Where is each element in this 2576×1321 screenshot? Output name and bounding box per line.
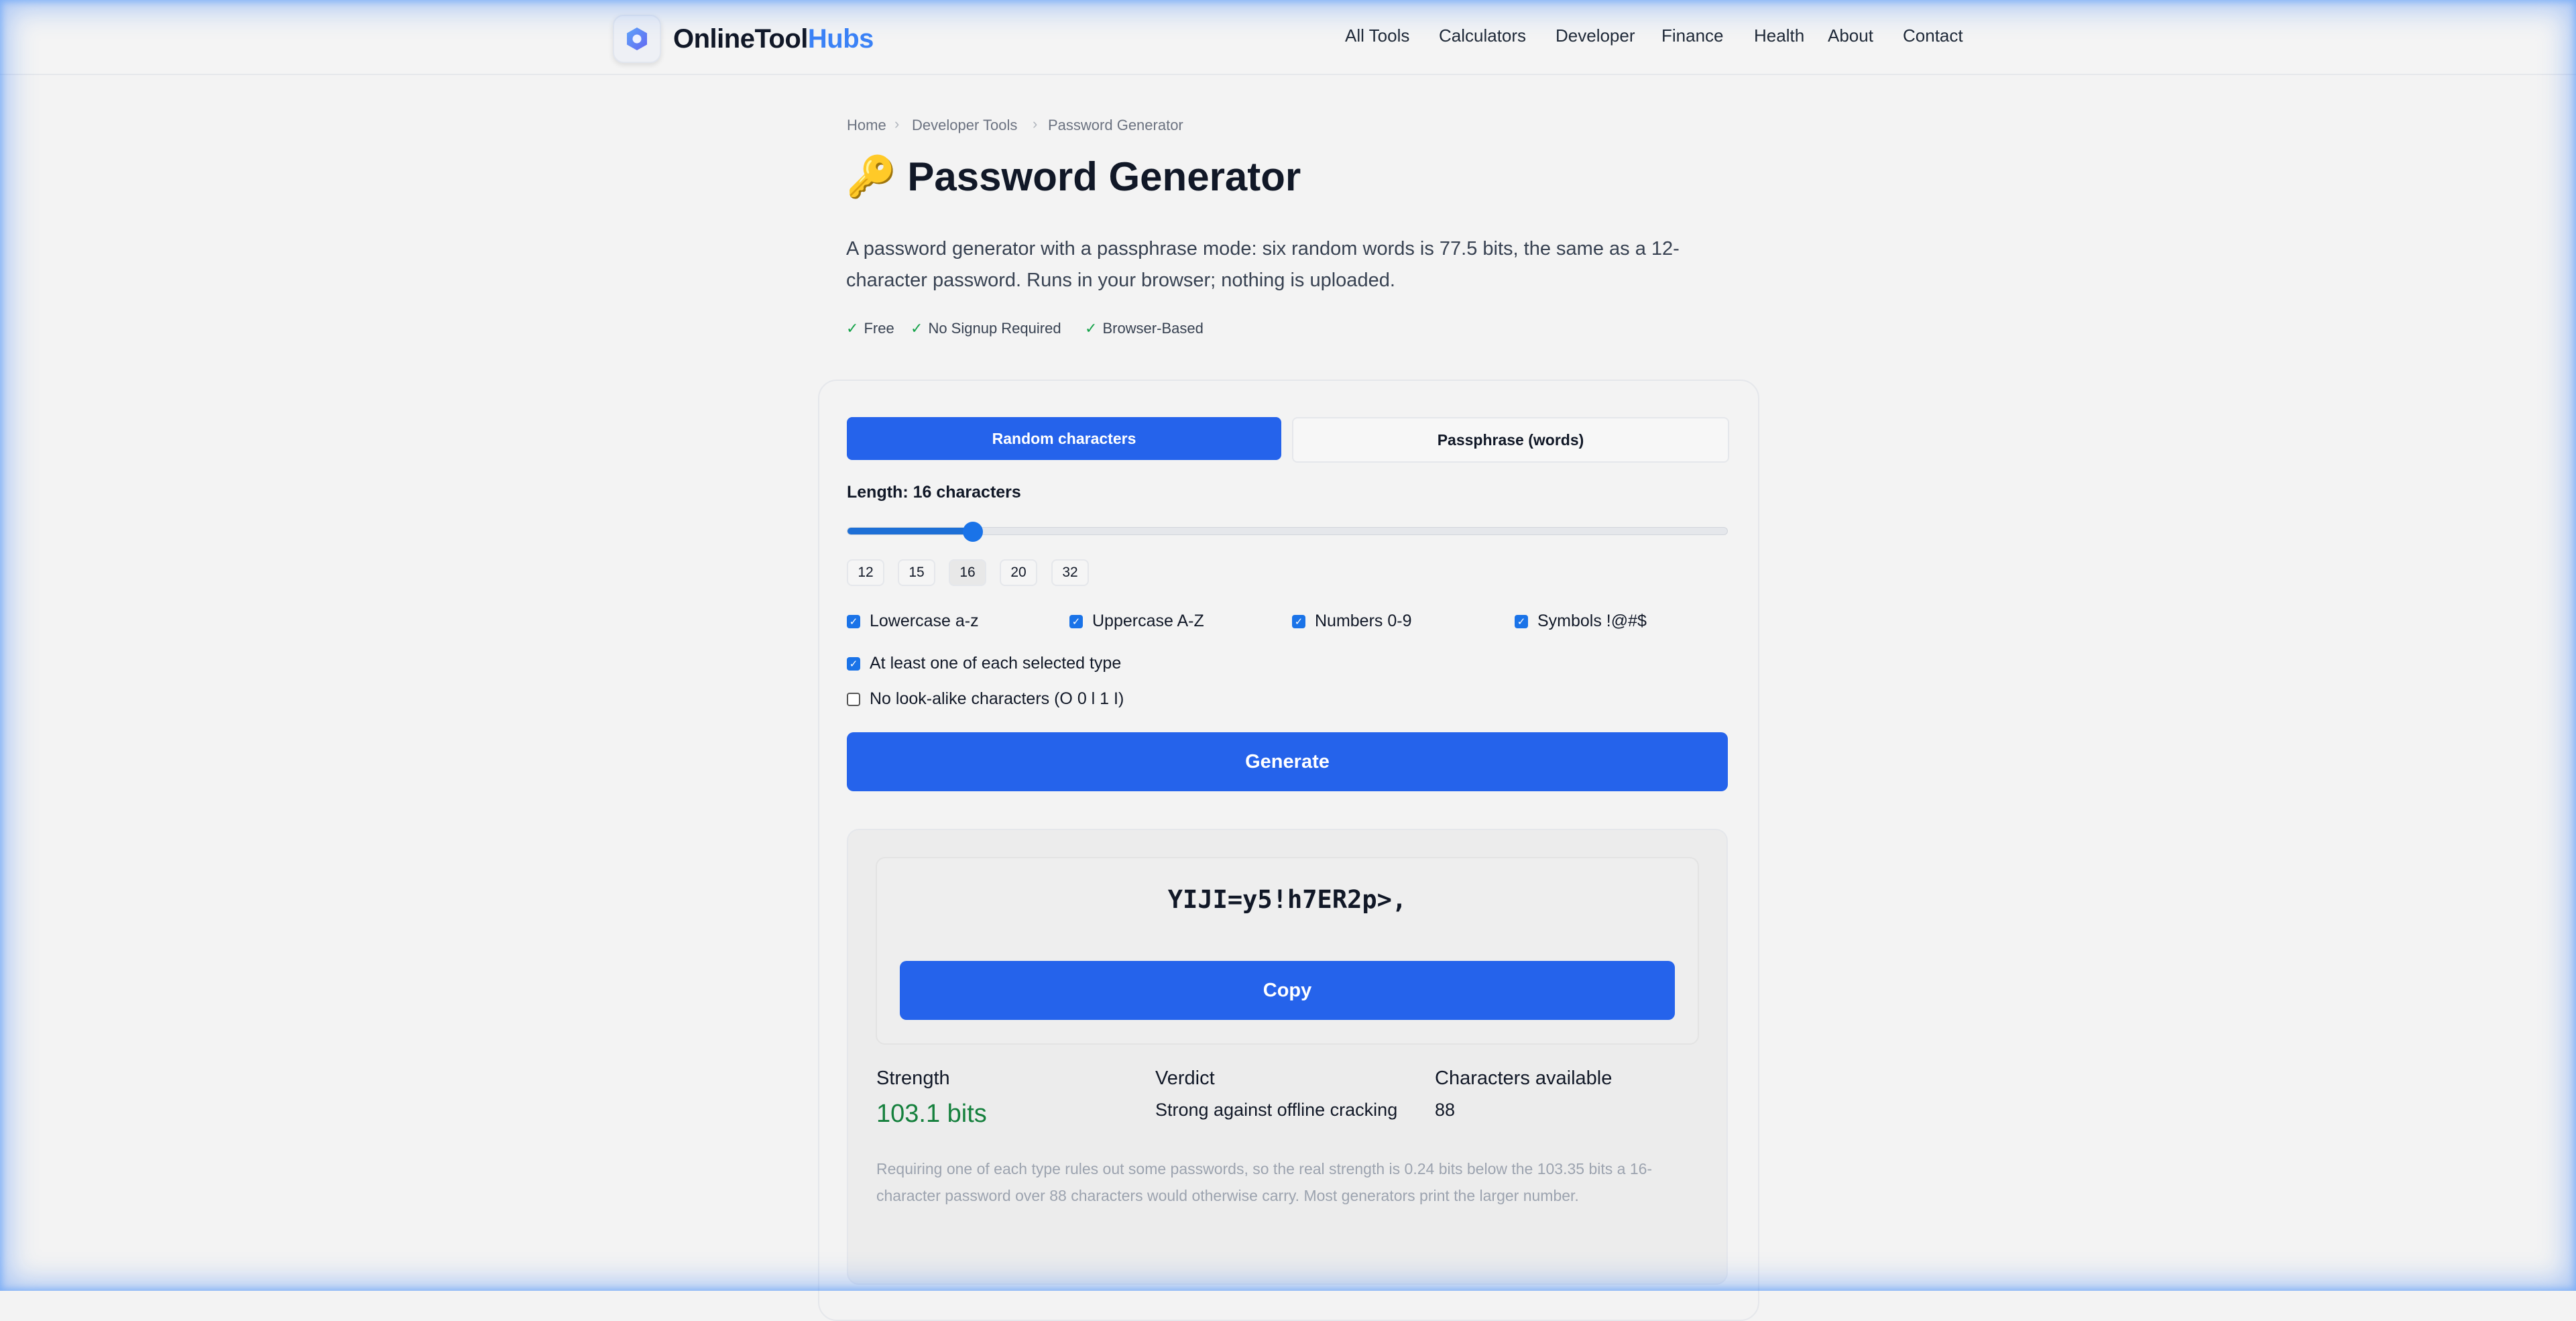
feature-label: No Signup Required: [928, 320, 1061, 337]
check-icon: ✓: [1085, 320, 1098, 337]
length-preset-32[interactable]: 32: [1051, 559, 1089, 586]
feature-badge-browser-based: ✓ Browser-Based: [1085, 320, 1204, 337]
feature-badge-free: ✓ Free: [846, 320, 894, 337]
page-title-text: Password Generator: [907, 154, 1301, 199]
feature-label: Free: [864, 320, 894, 337]
checkbox-symbols[interactable]: ✓: [1515, 614, 1528, 628]
brand-name-part1: OnlineTool: [673, 23, 808, 54]
length-slider-fill: [847, 528, 974, 534]
option-label: Lowercase a-z: [870, 612, 979, 630]
option-label: At least one of each selected type: [870, 654, 1122, 673]
breadcrumb-current: Password Generator: [1048, 117, 1183, 133]
generated-password[interactable]: YIJI=y5!h7ER2p>,: [876, 885, 1699, 914]
breadcrumb-developer-tools[interactable]: Developer Tools: [912, 117, 1017, 134]
page-description: A password generator with a passphrase m…: [846, 238, 1680, 291]
brand-logo[interactable]: OnlineToolHubs: [613, 15, 874, 63]
strength-note: Requiring one of each type rules out som…: [876, 1160, 1653, 1204]
checkbox-numbers[interactable]: ✓: [1292, 614, 1305, 628]
brand-name: OnlineToolHubs: [673, 24, 874, 54]
verdict-value: Strong against offline cracking: [1155, 1100, 1398, 1120]
length-preset-12[interactable]: 12: [847, 559, 884, 586]
key-icon: 🔑: [846, 154, 896, 199]
nav-all-tools[interactable]: All Tools: [1345, 25, 1409, 46]
characters-available-value: 88: [1435, 1100, 1456, 1120]
breadcrumb-home[interactable]: Home: [847, 117, 886, 134]
check-icon: ✓: [846, 320, 859, 337]
option-label: No look-alike characters (O 0 l 1 I): [870, 689, 1124, 708]
nav-finance[interactable]: Finance: [1661, 25, 1724, 46]
nav-health[interactable]: Health: [1754, 25, 1804, 46]
page-title: 🔑 Password Generator: [846, 153, 1301, 200]
tab-passphrase-words[interactable]: Passphrase (words): [1292, 417, 1729, 463]
length-slider[interactable]: [847, 522, 1728, 542]
nav-about[interactable]: About: [1828, 25, 1873, 46]
option-label: Symbols !@#$: [1537, 612, 1647, 630]
checkbox-uppercase[interactable]: ✓: [1069, 614, 1083, 628]
strength-value: 103.1 bits: [876, 1100, 987, 1128]
length-preset-16[interactable]: 16: [949, 559, 986, 586]
option-label: Uppercase A-Z: [1092, 612, 1204, 630]
option-one-of-each[interactable]: ✓ At least one of each selected type: [847, 654, 1121, 673]
option-symbols[interactable]: ✓ Symbols !@#$: [1515, 612, 1647, 631]
generate-button[interactable]: Generate: [847, 732, 1728, 791]
nav-developer[interactable]: Developer: [1556, 25, 1635, 46]
checkbox-lowercase[interactable]: ✓: [847, 614, 860, 628]
breadcrumb-separator-icon: ›: [1033, 115, 1038, 132]
option-no-look-alike[interactable]: No look-alike characters (O 0 l 1 I): [847, 689, 1124, 709]
length-preset-20[interactable]: 20: [1000, 559, 1037, 586]
checkbox-no-look-alike[interactable]: [847, 692, 860, 706]
option-label: Numbers 0-9: [1315, 612, 1412, 630]
characters-available-label: Characters available: [1435, 1068, 1613, 1089]
checkbox-one-of-each[interactable]: ✓: [847, 656, 860, 671]
hexagon-logo-icon: [613, 15, 661, 63]
nav-calculators[interactable]: Calculators: [1439, 25, 1526, 46]
strength-label: Strength: [876, 1068, 950, 1089]
check-icon: ✓: [911, 320, 923, 337]
option-numbers[interactable]: ✓ Numbers 0-9: [1292, 612, 1412, 631]
feature-label: Browser-Based: [1102, 320, 1204, 337]
top-navigation-bar: OnlineToolHubs All Tools Calculators Dev…: [0, 0, 2576, 75]
feature-badge-no-signup: ✓ No Signup Required: [911, 320, 1061, 337]
length-label: Length: 16 characters: [847, 483, 1021, 502]
brand-name-part2: Hubs: [807, 23, 874, 54]
tab-random-characters[interactable]: Random characters: [847, 417, 1281, 460]
option-lowercase[interactable]: ✓ Lowercase a-z: [847, 612, 979, 631]
copy-button[interactable]: Copy: [900, 961, 1675, 1020]
breadcrumb-separator-icon: ›: [894, 115, 900, 132]
verdict-label: Verdict: [1155, 1068, 1215, 1089]
length-preset-15[interactable]: 15: [898, 559, 935, 586]
nav-contact[interactable]: Contact: [1903, 25, 1963, 46]
option-uppercase[interactable]: ✓ Uppercase A-Z: [1069, 612, 1204, 631]
